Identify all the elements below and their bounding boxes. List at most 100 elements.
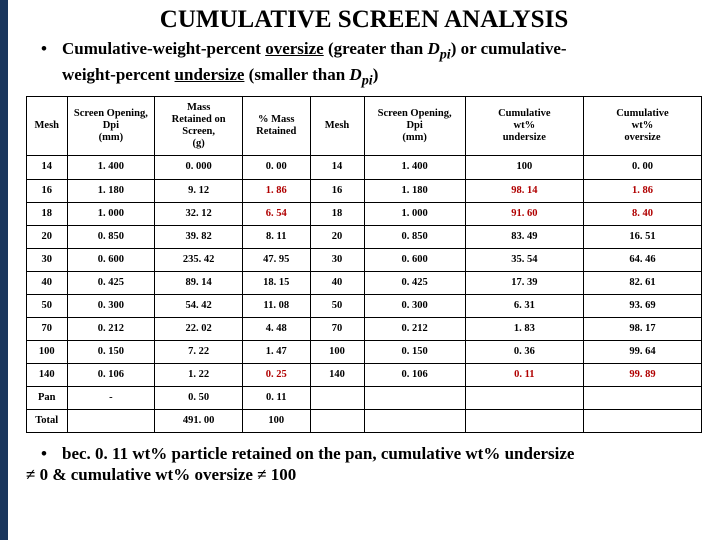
definition-bullet: • Cumulative-weight-percent oversize (gr…: [26, 38, 702, 90]
table-cell: 82. 61: [583, 271, 701, 294]
table-row: 400. 42589. 1418. 15400. 42517. 3982. 61: [27, 271, 702, 294]
table-cell: 0. 000: [155, 156, 243, 179]
table-row: 181. 00032. 126. 54181. 00091. 608. 40: [27, 202, 702, 225]
table-cell: 98. 17: [583, 317, 701, 340]
table-row: 1000. 1507. 221. 471000. 1500. 3699. 64: [27, 340, 702, 363]
table-cell: 100: [27, 340, 68, 363]
table-cell: -: [67, 387, 155, 410]
table-cell: 8. 40: [583, 202, 701, 225]
table-cell: 99. 64: [583, 340, 701, 363]
table-cell: 98. 14: [465, 179, 583, 202]
table-cell: [67, 410, 155, 433]
table-cell: 50: [310, 294, 364, 317]
table-row: 700. 21222. 024. 48700. 2121. 8398. 17: [27, 317, 702, 340]
table-cell: 47. 95: [243, 248, 311, 271]
table-cell: Total: [27, 410, 68, 433]
table-cell: 0. 300: [67, 294, 155, 317]
table-cell: 1. 47: [243, 340, 311, 363]
table-cell: 1. 000: [67, 202, 155, 225]
table-cell: 1. 180: [364, 179, 465, 202]
table-cell: 6. 31: [465, 294, 583, 317]
table-header-row: Mesh Screen Opening,Dpi(mm) MassRetained…: [27, 97, 702, 156]
table-row-pan: Pan-0. 500. 11: [27, 387, 702, 410]
bullet-icon: •: [26, 38, 62, 90]
table-cell: [465, 410, 583, 433]
table-cell: 0. 25: [243, 364, 311, 387]
table-cell: 1. 400: [67, 156, 155, 179]
table-cell: [465, 387, 583, 410]
table-cell: 1. 180: [67, 179, 155, 202]
table-cell: 9. 12: [155, 179, 243, 202]
table-cell: [583, 387, 701, 410]
bullet-icon: •: [26, 443, 62, 464]
table-cell: 18. 15: [243, 271, 311, 294]
table-cell: 18: [310, 202, 364, 225]
table-cell: 14: [27, 156, 68, 179]
col-opening-2: Screen Opening,Dpi(mm): [364, 97, 465, 156]
table-cell: 0. 850: [364, 225, 465, 248]
table-cell: [364, 387, 465, 410]
table-cell: 64. 46: [583, 248, 701, 271]
table-cell: 30: [27, 248, 68, 271]
table-cell: 16: [27, 179, 68, 202]
table-cell: 22. 02: [155, 317, 243, 340]
table-cell: 0. 36: [465, 340, 583, 363]
table-cell: 0. 150: [67, 340, 155, 363]
table-cell: 20: [310, 225, 364, 248]
table-cell: 7. 22: [155, 340, 243, 363]
col-opening: Screen Opening,Dpi(mm): [67, 97, 155, 156]
col-cum-oversize: Cumulativewt%oversize: [583, 97, 701, 156]
table-cell: 54. 42: [155, 294, 243, 317]
table-row: 300. 600235. 4247. 95300. 60035. 5464. 4…: [27, 248, 702, 271]
table-cell: 1. 86: [583, 179, 701, 202]
table-cell: 0. 00: [583, 156, 701, 179]
table-row: 161. 1809. 121. 86161. 18098. 141. 86: [27, 179, 702, 202]
table-cell: 140: [310, 364, 364, 387]
table-cell: 1. 86: [243, 179, 311, 202]
table-cell: 91. 60: [465, 202, 583, 225]
table-cell: 17. 39: [465, 271, 583, 294]
table-cell: 491. 00: [155, 410, 243, 433]
table-cell: 30: [310, 248, 364, 271]
col-mesh: Mesh: [27, 97, 68, 156]
col-mesh-2: Mesh: [310, 97, 364, 156]
table-cell: 0. 600: [364, 248, 465, 271]
table-cell: 4. 48: [243, 317, 311, 340]
table-cell: 0. 300: [364, 294, 465, 317]
table-cell: 140: [27, 364, 68, 387]
table-row: 500. 30054. 4211. 08500. 3006. 3193. 69: [27, 294, 702, 317]
table-cell: 0. 106: [364, 364, 465, 387]
table-cell: 32. 12: [155, 202, 243, 225]
table-cell: 6. 54: [243, 202, 311, 225]
table-cell: 0. 850: [67, 225, 155, 248]
table-cell: 99. 89: [583, 364, 701, 387]
table-cell: 40: [310, 271, 364, 294]
table-cell: 70: [310, 317, 364, 340]
table-cell: 18: [27, 202, 68, 225]
table-row: 141. 4000. 0000. 00141. 4001000. 00: [27, 156, 702, 179]
table-cell: Pan: [27, 387, 68, 410]
col-mass-retained: MassRetained onScreen,(g): [155, 97, 243, 156]
table-cell: 0. 425: [364, 271, 465, 294]
table-cell: 0. 150: [364, 340, 465, 363]
table-cell: 0. 11: [465, 364, 583, 387]
table-cell: 93. 69: [583, 294, 701, 317]
table-cell: 0. 106: [67, 364, 155, 387]
table-row: 1400. 1061. 220. 251400. 1060. 1199. 89: [27, 364, 702, 387]
page-title: CUMULATIVE SCREEN ANALYSIS: [26, 6, 702, 34]
col-cum-undersize: Cumulativewt%undersize: [465, 97, 583, 156]
table-cell: 83. 49: [465, 225, 583, 248]
table-cell: 11. 08: [243, 294, 311, 317]
table-cell: [583, 410, 701, 433]
left-accent-bar: [0, 0, 8, 540]
table-cell: 100: [243, 410, 311, 433]
table-cell: 100: [465, 156, 583, 179]
table-row-total: Total 491. 00100: [27, 410, 702, 433]
table-cell: 16. 51: [583, 225, 701, 248]
table-cell: 40: [27, 271, 68, 294]
table-cell: 0. 212: [67, 317, 155, 340]
table-cell: 8. 11: [243, 225, 311, 248]
table-cell: 1. 000: [364, 202, 465, 225]
table-cell: 14: [310, 156, 364, 179]
table-cell: [310, 387, 364, 410]
